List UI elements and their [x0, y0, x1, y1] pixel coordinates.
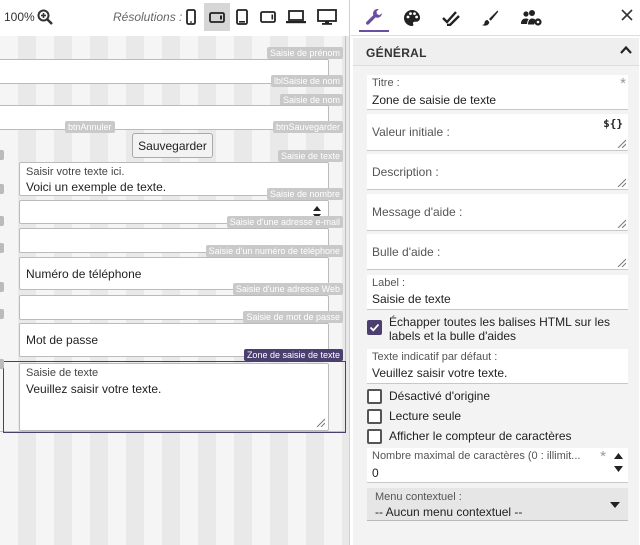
chevron-down-icon[interactable] — [610, 502, 620, 508]
chevron-up-icon[interactable] — [619, 43, 633, 57]
disabled-checkbox[interactable]: Désactivé d'origine — [367, 388, 628, 406]
context-menu-label: Menu contextuel : — [375, 491, 462, 503]
placeholder-text-label: Texte indicatif par défaut : — [372, 351, 498, 363]
textarea-label: Saisie de texte — [26, 367, 99, 379]
component-tag[interactable]: btnSauvegarder — [272, 121, 343, 133]
resize-handle-icon[interactable] — [617, 178, 626, 187]
context-menu-value: -- Aucun menu contextuel -- — [375, 505, 523, 519]
component-tag[interactable]: Saisie de texte — [277, 150, 343, 162]
phone-input-value: Numéro de téléphone — [26, 266, 142, 281]
spin-down-icon[interactable] — [614, 466, 623, 472]
initial-value-field[interactable]: Valeur initiale : ${} — [367, 114, 628, 151]
disabled-text: Désactivé d'origine — [389, 389, 491, 403]
component-tag[interactable]: Saisie d'un numéro de téléphone — [205, 245, 343, 257]
tablet-portrait-icon[interactable] — [229, 3, 255, 31]
resize-handle-icon[interactable] — [316, 418, 325, 427]
resize-handle-icon[interactable] — [617, 219, 626, 228]
component-tag[interactable]: Saisie de prénom — [266, 47, 343, 59]
double-check-icon[interactable] — [436, 4, 466, 32]
password-input-value: Mot de passe — [26, 333, 99, 347]
phone-landscape-icon[interactable] — [204, 3, 230, 31]
component-tag[interactable]: Saisie d'une adresse Web — [232, 283, 343, 295]
section-header-general[interactable]: GÉNÉRAL — [353, 38, 639, 66]
selected-component-tag[interactable]: Zone de saisie de texte — [243, 349, 343, 361]
escape-html-text: Échapper toutes les balises HTML sur les… — [389, 315, 610, 343]
palette-icon[interactable] — [397, 4, 427, 32]
properties-panel: GÉNÉRAL Titre : Zone de saisie de texte … — [351, 0, 640, 545]
max-chars-field[interactable]: Nombre maximal de caractères (0 : illimi… — [367, 448, 628, 483]
read-only-checkbox[interactable]: Lecture seule — [367, 408, 628, 426]
number-spinner[interactable] — [614, 453, 623, 472]
escape-html-checkbox[interactable]: Échapper toutes les balises HTML sur les… — [367, 315, 628, 345]
help-tooltip-field[interactable]: Bulle d'aide : — [367, 234, 628, 270]
text-input-value: Voici un exemple de texte. — [26, 180, 167, 194]
designer-toolbar: 100% Résolutions : — [0, 0, 349, 34]
drag-handle[interactable] — [0, 184, 4, 194]
required-asterisk: * — [620, 75, 626, 92]
help-message-field[interactable]: Message d'aide : — [367, 194, 628, 231]
textarea-value: Veuillez saisir votre texte. — [26, 382, 162, 396]
context-menu-select[interactable]: Menu contextuel : -- Aucun menu contextu… — [367, 488, 628, 521]
variable-insert-button[interactable]: ${} — [603, 117, 623, 130]
checkbox-checked[interactable] — [367, 320, 382, 335]
max-chars-value: 0 — [372, 466, 379, 480]
drag-handle[interactable] — [0, 216, 4, 226]
form-page: Saisie de prénom lblSaisie de nom Saisie… — [0, 36, 346, 433]
drag-handle[interactable] — [0, 243, 4, 253]
max-chars-label: Nombre maximal de caractères (0 : illimi… — [372, 450, 581, 462]
checkbox-unchecked[interactable] — [367, 409, 382, 424]
description-field[interactable]: Description : — [367, 154, 628, 190]
label-field[interactable]: Label : Saisie de texte — [367, 275, 628, 310]
panel-tabs — [351, 0, 640, 36]
titre-field[interactable]: Titre : Zone de saisie de texte * — [367, 75, 628, 110]
label-field-value: Saisie de texte — [372, 292, 451, 306]
tablet-landscape-icon[interactable] — [255, 3, 281, 31]
brush-icon[interactable] — [475, 4, 505, 32]
text-input-label: Saisir votre texte ici. — [26, 166, 125, 178]
phone-portrait-icon[interactable] — [178, 3, 204, 31]
placeholder-text-value: Veuillez saisir votre texte. — [372, 366, 508, 380]
designer-area: 100% Résolutions : Saisie de prénom lblS… — [0, 0, 350, 545]
section-title: GÉNÉRAL — [366, 46, 427, 60]
resize-handle-icon[interactable] — [617, 139, 626, 148]
titre-label: Titre : — [372, 77, 400, 89]
drag-handle[interactable] — [0, 359, 4, 369]
users-cog-icon[interactable] — [517, 4, 547, 32]
component-tag[interactable]: lblSaisie de nom — [270, 75, 343, 87]
spin-up-icon[interactable] — [614, 453, 623, 459]
zoom-in-icon[interactable] — [37, 9, 53, 25]
titre-value: Zone de saisie de texte — [372, 93, 497, 107]
resize-handle-icon[interactable] — [617, 258, 626, 267]
component-tag[interactable]: Saisie de nombre — [266, 188, 343, 200]
checkbox-unchecked[interactable] — [367, 429, 382, 444]
checkbox-unchecked[interactable] — [367, 389, 382, 404]
resolutions-label: Résolutions : — [113, 10, 183, 24]
properties-form: Titre : Zone de saisie de texte * Valeur… — [353, 66, 639, 545]
desktop-icon[interactable] — [314, 3, 340, 31]
close-icon[interactable] — [618, 6, 636, 24]
description-placeholder: Description : — [372, 165, 439, 179]
zoom-level: 100% — [4, 10, 35, 24]
help-tooltip-placeholder: Bulle d'aide : — [372, 245, 441, 259]
component-tag[interactable]: Saisie d'une adresse e-mail — [226, 216, 343, 228]
label-field-label: Label : — [372, 277, 406, 289]
drag-handle[interactable] — [0, 309, 4, 319]
initial-value-placeholder: Valeur initiale : — [372, 125, 450, 139]
read-only-text: Lecture seule — [389, 409, 462, 423]
char-counter-checkbox[interactable]: Afficher le compteur de caractères — [367, 428, 628, 446]
design-canvas: Saisie de prénom lblSaisie de nom Saisie… — [0, 36, 349, 545]
spin-up-icon[interactable] — [313, 205, 321, 211]
textarea-input[interactable]: Saisie de texte Veuillez saisir votre te… — [19, 363, 329, 431]
component-tag[interactable]: Saisie de mot de passe — [243, 311, 343, 323]
drag-handle[interactable] — [0, 150, 4, 160]
char-counter-text: Afficher le compteur de caractères — [389, 429, 572, 443]
laptop-icon[interactable] — [283, 3, 309, 31]
drag-handle[interactable] — [0, 282, 4, 292]
component-tag[interactable]: btnAnnuler — [65, 121, 115, 133]
save-button[interactable]: Sauvegarder — [132, 133, 213, 158]
help-message-placeholder: Message d'aide : — [372, 205, 463, 219]
required-asterisk: * — [600, 448, 606, 465]
placeholder-text-field[interactable]: Texte indicatif par défaut : Veuillez sa… — [367, 349, 628, 384]
wrench-icon[interactable] — [359, 4, 389, 32]
